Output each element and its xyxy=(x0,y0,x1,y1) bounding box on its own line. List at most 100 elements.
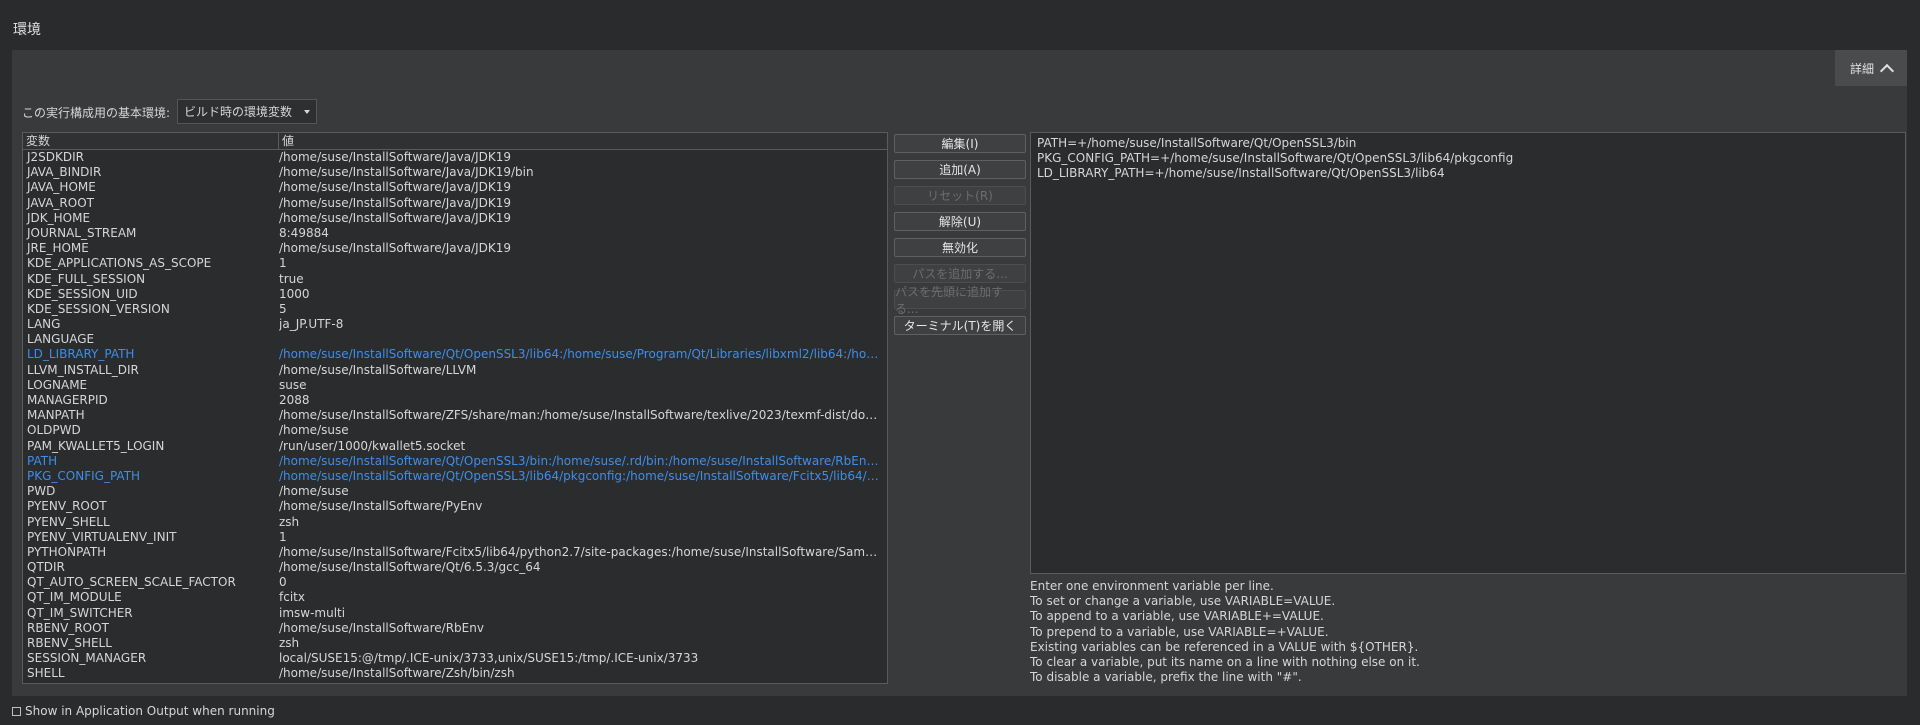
table-row[interactable]: JAVA_BINDIR/home/suse/InstallSoftware/Ja… xyxy=(23,165,887,180)
variable-name: QT_IM_SWITCHER xyxy=(27,605,133,620)
chevron-up-icon xyxy=(1879,63,1895,78)
environment-panel: 詳細 この実行構成用の基本環境: ビルド時の環境変数 変数 値 J2SDKDIR… xyxy=(12,50,1907,696)
variable-name: JOURNAL_STREAM xyxy=(27,225,137,240)
base-env-value: ビルド時の環境変数 xyxy=(184,105,293,119)
details-toggle-button[interactable]: 詳細 xyxy=(1835,50,1907,86)
variable-name: QT_IM_MODULE xyxy=(27,590,122,605)
variable-name: KDE_FULL_SESSION xyxy=(27,271,146,286)
disable-button[interactable]: 無効化 xyxy=(894,238,1026,257)
variable-value: 0 xyxy=(279,575,287,590)
variable-value: /home/suse/InstallSoftware/Qt/OpenSSL3/b… xyxy=(279,453,887,468)
variable-value: local/SUSE15:@/tmp/.ICE-unix/3733,unix/S… xyxy=(279,651,699,666)
prepend-path-button[interactable]: パスを先頭に追加する... xyxy=(894,285,1026,316)
variable-value: fcitx xyxy=(279,590,305,605)
base-env-select[interactable]: ビルド時の環境変数 xyxy=(177,99,317,124)
variable-name: LOGNAME xyxy=(27,377,88,392)
table-row[interactable]: MANPATH/home/suse/InstallSoftware/ZFS/sh… xyxy=(23,408,887,423)
table-row[interactable]: PYENV_ROOT/home/suse/InstallSoftware/PyE… xyxy=(23,499,887,514)
variable-name: LANG xyxy=(27,317,61,332)
variable-value: /home/suse/InstallSoftware/Java/JDK19 xyxy=(279,150,512,164)
dropdown-arrow-icon xyxy=(304,110,310,114)
show-output-checkbox[interactable] xyxy=(12,706,21,716)
variable-name: J2SDKDIR xyxy=(27,150,85,164)
table-row[interactable]: MANAGERPID 2088 xyxy=(23,393,887,408)
table-row[interactable]: PATH/home/suse/InstallSoftware/Qt/OpenSS… xyxy=(23,454,887,469)
table-row[interactable]: SESSION_MANAGER local/SUSE15:@/tmp/.ICE-u… xyxy=(23,651,887,666)
variable-value: imsw-multi xyxy=(279,605,346,620)
variable-value: suse xyxy=(279,377,307,392)
table-row[interactable]: KDE_SESSION_VERSION 5 xyxy=(23,302,887,317)
variable-value: /home/suse/InstallSoftware/PyEnv xyxy=(279,499,483,514)
table-row[interactable]: KDE_SESSION_UID 1000 xyxy=(23,287,887,302)
variable-value: /home/suse/InstallSoftware/ZFS/share/man… xyxy=(279,408,887,423)
table-row[interactable]: PKG_CONFIG_PATH/home/suse/InstallSoftwar… xyxy=(23,469,887,484)
table-row[interactable]: LLVM_INSTALL_DIR/home/suse/InstallSoftwa… xyxy=(23,363,887,378)
table-row[interactable]: JAVA_HOME/home/suse/InstallSoftware/Java… xyxy=(23,180,887,195)
table-row[interactable]: KDE_APPLICATIONS_AS_SCOPE 1 xyxy=(23,256,887,271)
table-row[interactable]: JRE_HOME/home/suse/InstallSoftware/Java/… xyxy=(23,241,887,256)
table-row[interactable]: LD_LIBRARY_PATH/home/suse/InstallSoftwar… xyxy=(23,347,887,362)
table-row[interactable]: KDE_FULL_SESSION true xyxy=(23,272,887,287)
variable-name: LANGUAGE xyxy=(27,332,95,347)
variable-value: /home/suse/InstallSoftware/Qt/OpenSSL3/l… xyxy=(279,468,887,483)
variable-value: /run/user/1000/kwallet5.socket xyxy=(279,438,466,453)
variable-name: KDE_SESSION_UID xyxy=(27,286,138,301)
help-line: To prepend to a variable, use VARIABLE=+… xyxy=(1030,624,1329,639)
table-row[interactable]: PAM_KWALLET5_LOGIN/run/user/1000/kwallet… xyxy=(23,439,887,454)
table-row[interactable]: OLDPWD/home/suse xyxy=(23,423,887,438)
variable-name: RBENV_ROOT xyxy=(27,620,109,635)
variable-value: /home/suse/InstallSoftware/Java/JDK19 xyxy=(279,241,512,256)
edit-button[interactable]: 編集(I) xyxy=(894,134,1026,153)
variable-name: JRE_HOME xyxy=(27,241,89,256)
table-row[interactable]: LOGNAME suse xyxy=(23,378,887,393)
table-row[interactable]: JOURNAL_STREAM 8:49884 xyxy=(23,226,887,241)
variable-value: zsh xyxy=(279,636,300,650)
variable-name: JAVA_ROOT xyxy=(27,195,94,210)
help-text: Enter one environment variable per line.… xyxy=(1030,579,1420,685)
variable-name: RBENV_SHELL xyxy=(27,636,112,650)
add-button[interactable]: 追加(A) xyxy=(894,160,1026,179)
variable-name: SESSION_MANAGER xyxy=(27,651,147,666)
variable-name: PYTHONPATH xyxy=(27,544,107,559)
env-changes-editor[interactable]: PATH=+/home/suse/InstallSoftware/Qt/Open… xyxy=(1030,132,1906,574)
table-row[interactable]: PWD/home/suse xyxy=(23,484,887,499)
table-row[interactable]: QT_IM_SWITCHER imsw-multi xyxy=(23,606,887,621)
variable-name: QT_AUTO_SCREEN_SCALE_FACTOR xyxy=(27,575,236,590)
section-title: 環境 xyxy=(13,22,41,38)
table-row[interactable]: JAVA_ROOT/home/suse/InstallSoftware/Java… xyxy=(23,196,887,211)
base-env-label: この実行構成用の基本環境: xyxy=(22,106,171,120)
table-body: J2SDKDIR/home/suse/InstallSoftware/Java/… xyxy=(23,150,887,682)
open-terminal-button[interactable]: ターミナル(T)を開く xyxy=(894,316,1026,335)
variable-value: /home/suse/InstallSoftware/Qt/OpenSSL3/l… xyxy=(279,347,887,362)
table-row[interactable]: PYTHONPATH/home/suse/InstallSoftware/Fci… xyxy=(23,545,887,560)
variable-value: /home/suse/InstallSoftware/Java/JDK19/bi… xyxy=(279,165,534,180)
table-row[interactable]: J2SDKDIR/home/suse/InstallSoftware/Java/… xyxy=(23,150,887,165)
show-output-option[interactable]: Show in Application Output when running xyxy=(12,704,275,718)
table-row[interactable]: PYENV_SHELL zsh xyxy=(23,515,887,530)
table-row[interactable]: RBENV_SHELL zsh xyxy=(23,636,887,651)
help-line: To append to a variable, use VARIABLE+=V… xyxy=(1030,609,1324,624)
table-row[interactable]: LANGUAGE xyxy=(23,332,887,347)
show-output-label: Show in Application Output when running xyxy=(25,704,275,718)
append-path-button[interactable]: パスを追加する... xyxy=(894,264,1026,283)
variable-value: /home/suse/InstallSoftware/Qt/6.5.3/gcc_… xyxy=(279,560,541,575)
table-row[interactable]: QT_IM_MODULE fcitx xyxy=(23,590,887,605)
table-row[interactable]: SHELL/home/suse/InstallSoftware/Zsh/bin/… xyxy=(23,666,887,681)
variable-value: /home/suse/InstallSoftware/Java/JDK19 xyxy=(279,210,512,225)
column-header-value[interactable]: 値 xyxy=(279,133,294,149)
help-line: Existing variables can be referenced in … xyxy=(1030,639,1419,654)
table-row[interactable]: QT_AUTO_SCREEN_SCALE_FACTOR 0 xyxy=(23,575,887,590)
variable-value xyxy=(279,332,887,347)
reset-button[interactable]: リセット(R) xyxy=(894,186,1026,205)
variable-name: PYENV_ROOT xyxy=(27,499,107,514)
table-row[interactable]: LANG ja_JP.UTF-8 xyxy=(23,317,887,332)
table-row[interactable]: RBENV_ROOT/home/suse/InstallSoftware/RbE… xyxy=(23,621,887,636)
variable-name: MANAGERPID xyxy=(27,393,108,407)
unset-button[interactable]: 解除(U) xyxy=(894,212,1026,231)
table-row[interactable]: QTDIR/home/suse/InstallSoftware/Qt/6.5.3… xyxy=(23,560,887,575)
variable-name: LD_LIBRARY_PATH xyxy=(27,347,135,362)
env-variable-table[interactable]: 変数 値 J2SDKDIR/home/suse/InstallSoftware/… xyxy=(22,132,888,684)
column-header-variable[interactable]: 変数 xyxy=(23,133,279,149)
table-row[interactable]: JDK_HOME/home/suse/InstallSoftware/Java/… xyxy=(23,211,887,226)
table-row[interactable]: PYENV_VIRTUALENV_INIT 1 xyxy=(23,530,887,545)
